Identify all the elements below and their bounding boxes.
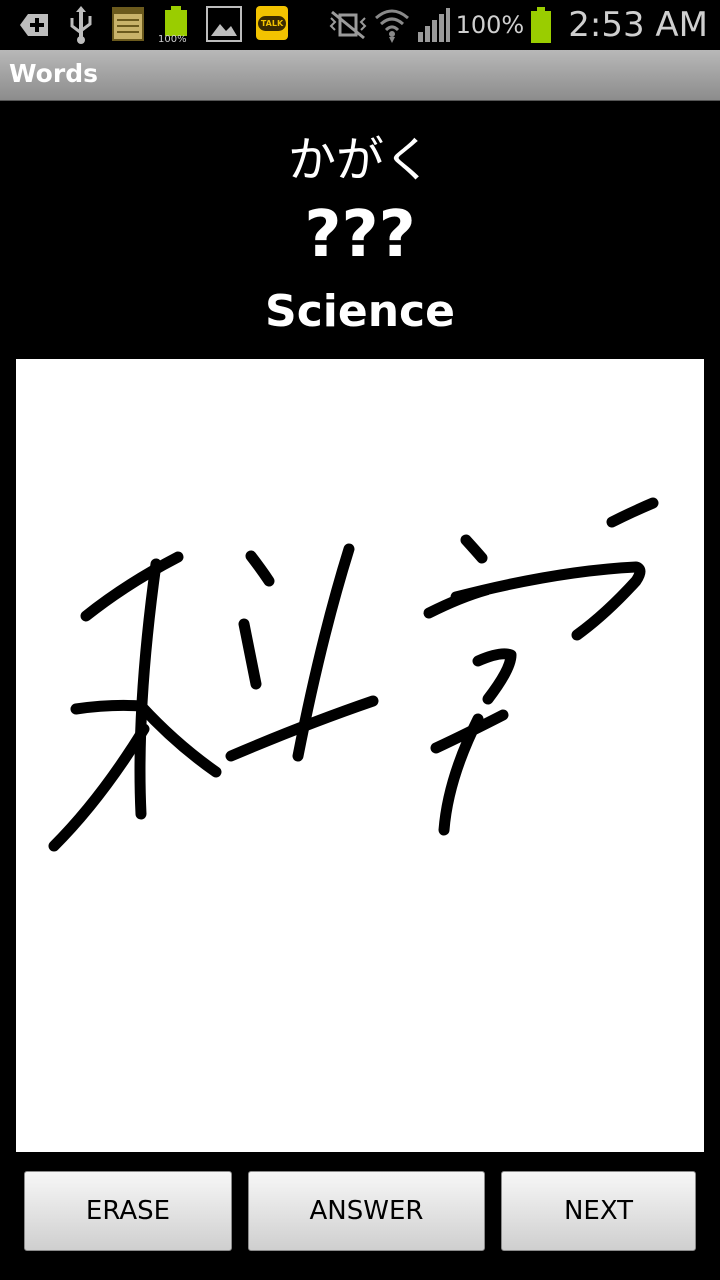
signal-icon xyxy=(417,8,450,42)
notes-icon xyxy=(112,7,144,41)
talk-icon: TALK xyxy=(256,6,288,40)
hidden-kanji-text: ??? xyxy=(304,198,416,272)
clock: 2:53 AM xyxy=(568,5,708,45)
battery-icon xyxy=(531,7,552,43)
app-title: Words xyxy=(9,59,98,88)
meaning-text: Science xyxy=(265,286,455,337)
reading-text: かがく xyxy=(287,132,432,188)
add-icon xyxy=(20,14,48,36)
erase-button[interactable]: ERASE xyxy=(24,1171,232,1251)
usb-icon xyxy=(70,6,92,44)
battery-percent: 100% xyxy=(455,11,525,39)
next-button[interactable]: NEXT xyxy=(501,1171,696,1251)
handwriting-strokes xyxy=(48,497,659,852)
talk-icon-label: TALK xyxy=(257,15,287,31)
status-bar: 100% TALK 100% 2:53 AM xyxy=(0,0,720,50)
wifi-icon xyxy=(374,9,409,43)
gallery-icon xyxy=(206,6,242,42)
drawing-canvas[interactable] xyxy=(16,359,704,1152)
title-bar: Words xyxy=(0,50,720,101)
answer-button[interactable]: ANSWER xyxy=(248,1171,485,1251)
status-right: 100% 2:53 AM xyxy=(328,0,708,50)
battery-full-icon: 100% xyxy=(158,6,194,46)
mute-vibrate-icon xyxy=(329,10,367,40)
battery-full-label: 100% xyxy=(158,34,187,45)
